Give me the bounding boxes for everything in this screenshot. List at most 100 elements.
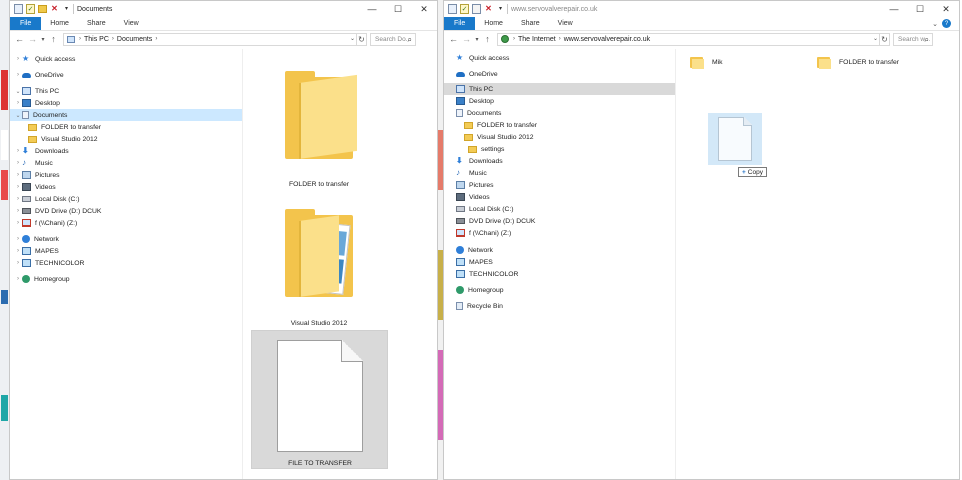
nav-item-downloads[interactable]: ⬇ Downloads — [456, 155, 503, 167]
recent-locations-icon[interactable]: ▾ — [473, 32, 481, 46]
recent-locations-icon[interactable]: ▾ — [39, 32, 47, 46]
star-icon: ★ — [456, 53, 464, 62]
nav-item-pictures[interactable]: › Pictures — [14, 169, 60, 181]
nav-item-homegroup[interactable]: › Homegroup — [14, 273, 70, 285]
breadcrumb-site[interactable]: www.servovalverepair.co.uk — [564, 36, 650, 43]
nav-item-technicolor[interactable]: TECHNICOLOR — [456, 268, 518, 280]
expand-ribbon-icon[interactable]: ⌄ — [932, 20, 938, 28]
delete-icon[interactable]: ✕ — [50, 4, 59, 14]
address-dropdown-icon[interactable]: ⌄ — [350, 35, 355, 42]
refresh-icon[interactable]: ↻ — [356, 33, 366, 45]
nav-item-desktop[interactable]: › Desktop — [14, 97, 60, 109]
tab-view[interactable]: View — [115, 17, 148, 30]
navigation-bar: ← → ▾ ↑ › This PC › Documents › ⌄ ↻ Sear… — [10, 31, 437, 47]
back-arrow-icon[interactable]: ← — [447, 32, 460, 46]
maximize-button[interactable]: ☐ — [907, 1, 933, 17]
tab-share[interactable]: Share — [512, 17, 549, 30]
nav-item-onedrive[interactable]: OneDrive — [448, 68, 498, 80]
back-arrow-icon[interactable]: ← — [13, 32, 26, 46]
properties-icon[interactable] — [448, 4, 457, 14]
new-folder-icon[interactable] — [472, 4, 481, 14]
nav-item-dvd-drive[interactable]: DVD Drive (D:) DCUK — [456, 215, 535, 227]
breadcrumb-this-pc[interactable]: This PC — [84, 36, 109, 43]
nav-item-local-disk[interactable]: Local Disk (C:) — [456, 203, 514, 215]
tab-file[interactable]: File — [444, 17, 476, 30]
item-label-visual-studio-2012[interactable]: Visual Studio 2012 — [251, 320, 387, 327]
customize-toolbar-icon[interactable]: ▾ — [496, 4, 505, 14]
pictures-icon — [22, 171, 31, 179]
recycle-bin-icon — [456, 302, 463, 310]
breadcrumb-documents[interactable]: Documents — [117, 36, 152, 43]
nav-item-onedrive[interactable]: › OneDrive — [14, 69, 64, 81]
search-input[interactable]: Search w... ⌕ — [893, 32, 933, 46]
nav-item-videos[interactable]: Videos — [456, 191, 490, 203]
nav-item-downloads[interactable]: › ⬇ Downloads — [14, 145, 69, 157]
tab-home[interactable]: Home — [41, 17, 78, 30]
videos-icon — [456, 193, 465, 201]
monitor-icon — [22, 259, 31, 267]
nav-item-music[interactable]: › ♪ Music — [14, 157, 53, 169]
nav-item-documents[interactable]: ⌄ Documents — [14, 109, 67, 121]
tab-share[interactable]: Share — [78, 17, 115, 30]
nav-item-mapes[interactable]: › MAPES — [14, 245, 59, 257]
folder-tile-folder-to-transfer[interactable] — [277, 65, 361, 165]
forward-arrow-icon[interactable]: → — [460, 32, 473, 46]
close-button[interactable]: ✕ — [411, 1, 437, 17]
tab-file[interactable]: File — [10, 17, 42, 30]
file-tile-file-to-transfer[interactable]: FILE TO TRANSFER — [251, 330, 388, 469]
nav-item-network[interactable]: › Network — [14, 233, 59, 245]
nav-item-videos[interactable]: › Videos — [14, 181, 56, 193]
item-label-folder-to-transfer[interactable]: FOLDER to transfer — [251, 181, 387, 188]
nav-item-technicolor[interactable]: › TECHNICOLOR — [14, 257, 84, 269]
nav-item-local-disk[interactable]: › Local Disk (C:) — [14, 193, 80, 205]
nav-item-documents[interactable]: Documents — [456, 107, 501, 119]
close-button[interactable]: ✕ — [933, 1, 959, 17]
delete-icon[interactable]: ✕ — [484, 4, 493, 14]
address-dropdown-icon[interactable]: ⌄ — [873, 35, 878, 42]
nav-item-quick-access[interactable]: › ★ Quick access — [14, 53, 75, 65]
folder-icon[interactable] — [817, 55, 831, 69]
customize-toolbar-icon[interactable]: ▾ — [62, 4, 71, 14]
up-arrow-icon[interactable]: ↑ — [481, 32, 494, 46]
item-label-folder-to-transfer[interactable]: FOLDER to transfer — [839, 59, 899, 66]
address-bar[interactable]: › This PC › Documents › ⌄ ↻ — [63, 32, 367, 46]
nav-item-this-pc[interactable]: ⌄ This PC — [14, 85, 59, 97]
search-input[interactable]: Search Do... ⌕ — [370, 32, 416, 46]
nav-item-network-drive[interactable]: f (\\Chani) (Z:) — [456, 227, 511, 239]
nav-item-settings[interactable]: settings — [468, 143, 504, 155]
tab-home[interactable]: Home — [475, 17, 512, 30]
item-label-mik[interactable]: Mik — [712, 59, 723, 66]
maximize-button[interactable]: ☐ — [385, 1, 411, 17]
tab-view[interactable]: View — [549, 17, 582, 30]
nav-item-recycle-bin[interactable]: Recycle Bin — [448, 300, 503, 312]
nav-item-network[interactable]: Network — [448, 244, 493, 256]
minimize-button[interactable]: — — [881, 1, 907, 17]
breadcrumb-the-internet[interactable]: The Internet — [518, 36, 556, 43]
help-icon[interactable]: ? — [942, 19, 951, 28]
nav-item-this-pc[interactable]: This PC — [448, 83, 493, 95]
nav-item-pictures[interactable]: Pictures — [456, 179, 494, 191]
nav-item-folder-to-transfer[interactable]: FOLDER to transfer — [464, 119, 537, 131]
nav-item-homegroup[interactable]: Homegroup — [448, 284, 504, 296]
nav-item-folder-to-transfer[interactable]: FOLDER to transfer — [28, 121, 101, 133]
nav-item-quick-access[interactable]: ★ Quick access — [448, 52, 509, 64]
up-arrow-icon[interactable]: ↑ — [47, 32, 60, 46]
new-folder-icon[interactable] — [38, 5, 47, 13]
folder-tile-visual-studio-2012[interactable] — [277, 203, 361, 303]
nav-item-visual-studio-2012[interactable]: Visual Studio 2012 — [28, 133, 98, 145]
checkmark-icon[interactable]: ✓ — [26, 4, 35, 14]
nav-item-desktop[interactable]: Desktop — [456, 95, 494, 107]
checkmark-icon[interactable]: ✓ — [460, 4, 469, 14]
folder-icon[interactable] — [690, 55, 704, 69]
nav-item-visual-studio-2012[interactable]: Visual Studio 2012 — [464, 131, 534, 143]
nav-item-dvd-drive[interactable]: › DVD Drive (D:) DCUK — [14, 205, 101, 217]
item-label-file-to-transfer[interactable]: FILE TO TRANSFER — [252, 460, 388, 467]
address-bar[interactable]: › The Internet › www.servovalverepair.co… — [497, 32, 890, 46]
minimize-button[interactable]: — — [359, 1, 385, 17]
properties-icon[interactable] — [14, 4, 23, 14]
nav-item-network-drive[interactable]: › f (\\Chani) (Z:) — [14, 217, 77, 229]
nav-item-music[interactable]: ♪ Music — [456, 167, 487, 179]
nav-item-mapes[interactable]: MAPES — [456, 256, 493, 268]
forward-arrow-icon[interactable]: → — [26, 32, 39, 46]
refresh-icon[interactable]: ↻ — [879, 33, 889, 45]
